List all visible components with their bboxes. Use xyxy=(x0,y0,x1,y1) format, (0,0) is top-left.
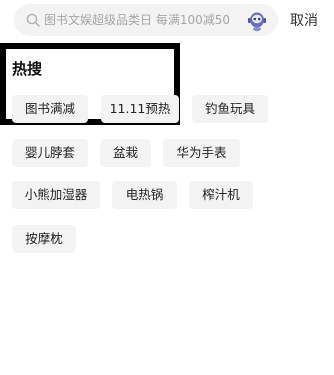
search-icon xyxy=(26,13,40,27)
hot-search-title: 热搜 xyxy=(12,60,43,78)
hot-tag[interactable]: 小熊加湿器 xyxy=(12,181,100,209)
hot-tag[interactable]: 图书满减 xyxy=(12,95,88,123)
hot-tag[interactable]: 榨汁机 xyxy=(189,181,253,209)
hot-tag[interactable]: 钓鱼玩具 xyxy=(192,95,268,123)
hot-tag[interactable]: 婴儿脖套 xyxy=(12,139,88,167)
search-bar[interactable] xyxy=(14,4,278,36)
top-bar: 取消 xyxy=(0,0,334,40)
hot-tag[interactable]: 盆栽 xyxy=(100,139,151,167)
robot-mascot-icon[interactable] xyxy=(244,7,270,33)
hot-tag[interactable]: 电热锅 xyxy=(112,181,177,209)
hot-tag[interactable]: 11.11预热 xyxy=(101,95,179,123)
hot-tag[interactable]: 华为手表 xyxy=(163,139,240,167)
search-input[interactable] xyxy=(44,10,254,30)
hot-tag[interactable]: 按摩枕 xyxy=(12,225,76,253)
cancel-button[interactable]: 取消 xyxy=(290,10,318,30)
